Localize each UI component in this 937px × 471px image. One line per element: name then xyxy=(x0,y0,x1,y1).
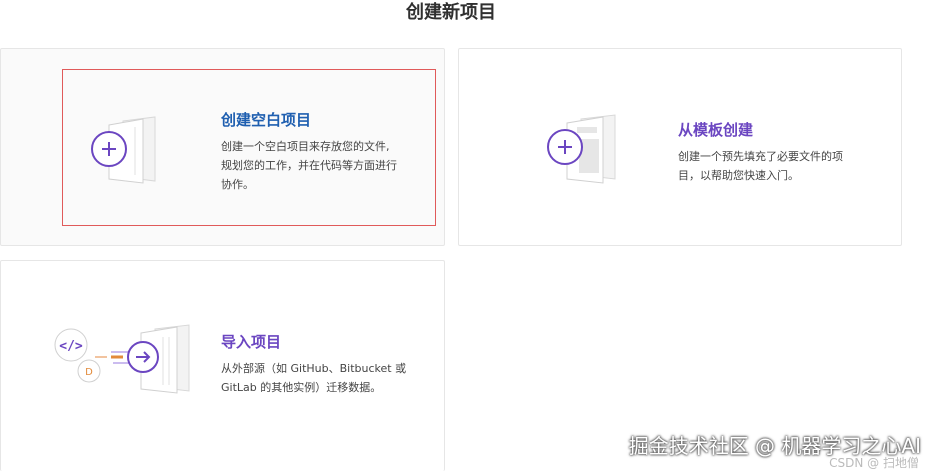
blank-card-text: 创建空白项目 创建一个空白项目来存放您的文件, 规划您的工作，并在代码等方面进行… xyxy=(221,109,397,194)
watermark-sub: CSDN @ 扫地僧 xyxy=(829,456,919,470)
blank-desc-line1: 创建一个空白项目来存放您的文件, xyxy=(221,140,390,153)
create-from-template-card[interactable]: 从模板创建 创建一个预先填充了必要文件的项 目，以帮助您快速入门。 xyxy=(458,48,902,246)
import-project-card[interactable]: </> D 导入项目 从外部源（如 GitHub、Bitbucket 或 Git… xyxy=(0,260,445,471)
blank-card-description: 创建一个空白项目来存放您的文件, 规划您的工作，并在代码等方面进行 协作。 xyxy=(221,137,397,194)
create-blank-project-card[interactable]: 创建空白项目 创建一个空白项目来存放您的文件, 规划您的工作，并在代码等方面进行… xyxy=(0,48,445,246)
template-card-description: 创建一个预先填充了必要文件的项 目，以帮助您快速入门。 xyxy=(678,147,843,185)
template-card-text: 从模板创建 创建一个预先填充了必要文件的项 目，以帮助您快速入门。 xyxy=(678,119,843,185)
blank-desc-line2: 规划您的工作，并在代码等方面进行 xyxy=(221,159,397,172)
svg-text:D: D xyxy=(85,367,93,378)
import-card-heading: 导入项目 xyxy=(221,333,282,351)
template-card-heading: 从模板创建 xyxy=(678,121,754,139)
create-project-page: 创建新项目 创建空白项目 创建一个空白项目来存放您的文件, 规划您的工作，并在代… xyxy=(0,0,937,471)
page-title: 创建新项目 xyxy=(406,2,496,23)
import-desc-line1: 从外部源（如 GitHub、Bitbucket 或 xyxy=(221,362,407,375)
template-desc-line2: 目，以帮助您快速入门。 xyxy=(678,169,799,182)
template-desc-line1: 创建一个预先填充了必要文件的项 xyxy=(678,150,843,163)
import-arrow-icon: </> D xyxy=(51,323,201,403)
plus-document-icon xyxy=(85,113,185,193)
import-card-text: 导入项目 从外部源（如 GitHub、Bitbucket 或 GitLab 的其… xyxy=(221,331,406,397)
svg-text:</>: </> xyxy=(59,339,83,354)
import-desc-line2: GitLab 的其他实例）迁移数据。 xyxy=(221,381,382,394)
blank-card-heading: 创建空白项目 xyxy=(221,111,312,129)
blank-desc-line3: 协作。 xyxy=(221,178,254,191)
import-card-description: 从外部源（如 GitHub、Bitbucket 或 GitLab 的其他实例）迁… xyxy=(221,359,406,397)
plus-template-icon xyxy=(543,113,643,193)
